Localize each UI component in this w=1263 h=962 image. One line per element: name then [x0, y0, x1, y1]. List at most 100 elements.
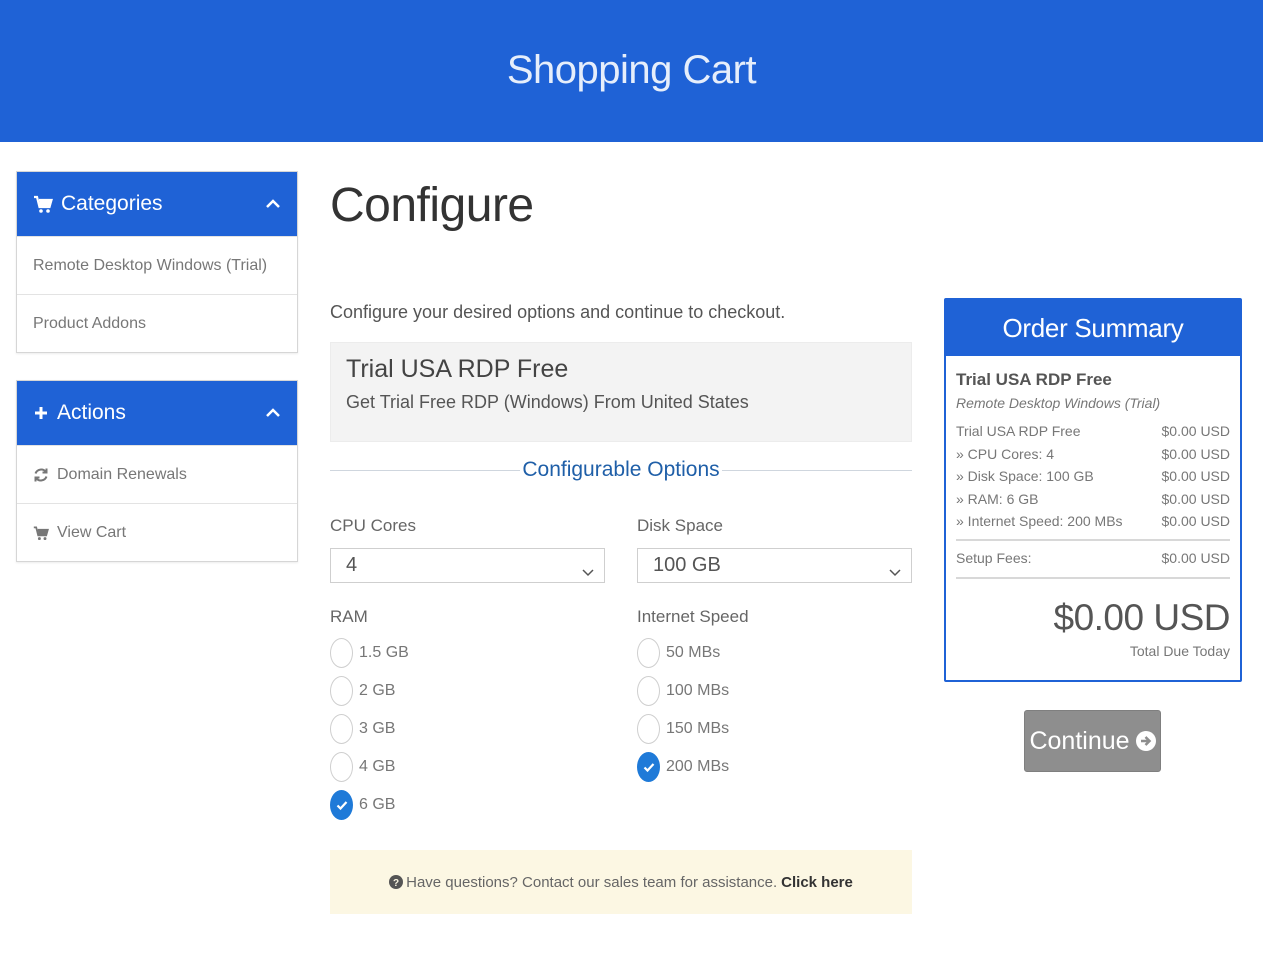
actions-title: Actions: [57, 401, 126, 424]
svg-text:?: ?: [393, 878, 399, 889]
chevron-down-icon: [889, 561, 901, 577]
actions-panel: Actions Domain Renewals View Cart: [16, 380, 298, 562]
summary-line-label: » RAM: 6 GB: [956, 490, 1039, 507]
radio-icon[interactable]: [637, 638, 660, 668]
cpu-select[interactable]: 4: [330, 548, 605, 583]
summary-line: » RAM: 6 GB $0.00 USD: [956, 488, 1230, 511]
page-header: Shopping Cart: [0, 0, 1263, 142]
sidebar-item-view-cart[interactable]: View Cart: [17, 503, 297, 561]
radio-label: 2 GB: [359, 682, 396, 699]
radio-icon[interactable]: [637, 714, 660, 744]
sidebar-item-remote-desktop[interactable]: Remote Desktop Windows (Trial): [17, 236, 297, 294]
summary-line: Trial USA RDP Free $0.00 USD: [956, 420, 1230, 443]
disk-select[interactable]: 100 GB: [637, 548, 912, 583]
summary-line-label: Trial USA RDP Free: [956, 423, 1081, 440]
summary-line: » Disk Space: 100 GB $0.00 USD: [956, 465, 1230, 488]
order-summary: Order Summary Trial USA RDP Free Remote …: [944, 298, 1242, 682]
setup-label: Setup Fees:: [956, 549, 1032, 566]
cart-icon: [33, 194, 53, 214]
disk-select-value: 100 GB: [653, 554, 721, 576]
summary-line-amount: $0.00 USD: [1161, 490, 1230, 507]
summary-product-group: Remote Desktop Windows (Trial): [956, 395, 1161, 411]
continue-label: Continue: [1029, 726, 1130, 755]
summary-line-label: » Internet Speed: 200 MBs: [956, 513, 1123, 530]
header-title: Shopping Cart: [506, 47, 757, 92]
product-description: Get Trial Free RDP (Windows) From United…: [346, 392, 749, 412]
radio-option[interactable]: 50 MBs: [637, 638, 720, 668]
radio-option[interactable]: 3 GB: [330, 714, 395, 744]
radio-label: 100 MBs: [666, 682, 730, 699]
summary-line-amount: $0.00 USD: [1161, 445, 1230, 462]
refresh-icon: [33, 467, 49, 483]
setup-amount: $0.00 USD: [1161, 549, 1230, 566]
order-summary-title: Order Summary: [946, 300, 1240, 356]
radio-option[interactable]: 2 GB: [330, 676, 395, 706]
sidebar-item-label: Product Addons: [33, 314, 146, 332]
summary-line: » CPU Cores: 4 $0.00 USD: [956, 443, 1230, 466]
radio-option[interactable]: 100 MBs: [637, 676, 729, 706]
radio-option[interactable]: 150 MBs: [637, 714, 729, 744]
radio-icon[interactable]: [330, 676, 353, 706]
summary-product-name: Trial USA RDP Free: [956, 370, 1112, 389]
cart-icon: [33, 525, 49, 541]
radio-label: 200 MBs: [666, 758, 730, 775]
categories-panel: Categories Remote Desktop Windows (Trial…: [16, 171, 298, 353]
options-heading-text: Configurable Options: [520, 458, 722, 481]
summary-line-amount: $0.00 USD: [1161, 513, 1230, 530]
radio-label: 1.5 GB: [359, 644, 409, 661]
summary-divider: [956, 577, 1230, 579]
radio-icon[interactable]: [330, 714, 353, 744]
categories-header[interactable]: Categories: [17, 172, 297, 236]
summary-line-amount: $0.00 USD: [1161, 468, 1230, 485]
radio-label: 4 GB: [359, 758, 396, 775]
disk-label: Disk Space: [637, 516, 723, 535]
product-info: Trial USA RDP Free Get Trial Free RDP (W…: [330, 342, 912, 442]
summary-lines: Trial USA RDP Free $0.00 USD» CPU Cores: …: [956, 420, 1230, 533]
categories-title: Categories: [61, 192, 163, 215]
question-circle-icon: ?: [389, 875, 404, 889]
help-text: Have questions? Contact our sales team f…: [406, 873, 778, 891]
cpu-label: CPU Cores: [330, 516, 416, 535]
total-label: Total Due Today: [1129, 643, 1230, 659]
speed-label: Internet Speed: [637, 607, 749, 626]
radio-icon[interactable]: [637, 676, 660, 706]
ram-label: RAM: [330, 607, 368, 626]
sidebar-item-label: View Cart: [57, 523, 127, 541]
radio-label: 150 MBs: [666, 720, 730, 737]
continue-button[interactable]: Continue: [1024, 710, 1161, 772]
sidebar-item-label: Domain Renewals: [57, 465, 187, 483]
summary-line-amount: $0.00 USD: [1161, 423, 1230, 440]
page-title: Configure: [330, 179, 534, 232]
radio-label: 6 GB: [359, 796, 396, 813]
summary-setup-row: Setup Fees: $0.00 USD: [956, 547, 1230, 570]
chevron-up-icon[interactable]: [265, 194, 281, 210]
radio-label: 50 MBs: [666, 644, 721, 661]
radio-checked-icon[interactable]: [637, 752, 660, 782]
cpu-select-value: 4: [346, 554, 358, 576]
help-link[interactable]: Click here: [781, 874, 853, 891]
radio-label: 3 GB: [359, 720, 396, 737]
radio-icon[interactable]: [330, 752, 353, 782]
summary-line: » Internet Speed: 200 MBs $0.00 USD: [956, 510, 1230, 533]
radio-checked-icon[interactable]: [330, 790, 353, 820]
plus-icon: [33, 403, 49, 423]
radio-icon[interactable]: [330, 638, 353, 668]
chevron-down-icon: [582, 561, 594, 577]
total-amount: $0.00 USD: [1053, 597, 1231, 638]
summary-divider: [956, 538, 1230, 541]
radio-option[interactable]: 6 GB: [330, 790, 395, 820]
actions-header[interactable]: Actions: [17, 381, 297, 445]
help-banner: ? Have questions? Contact our sales team…: [330, 850, 912, 914]
sidebar-item-domain-renewals[interactable]: Domain Renewals: [17, 445, 297, 503]
sidebar-item-label: Remote Desktop Windows (Trial): [33, 256, 268, 274]
summary-line-label: » CPU Cores: 4: [956, 445, 1055, 462]
options-heading: Configurable Options: [330, 458, 912, 482]
summary-line-label: » Disk Space: 100 GB: [956, 468, 1094, 485]
product-name: Trial USA RDP Free: [346, 355, 569, 383]
sidebar-item-product-addons[interactable]: Product Addons: [17, 294, 297, 352]
chevron-up-icon[interactable]: [265, 403, 281, 419]
intro-text: Configure your desired options and conti…: [330, 302, 786, 322]
radio-option[interactable]: 4 GB: [330, 752, 395, 782]
radio-option[interactable]: 200 MBs: [637, 752, 729, 782]
radio-option[interactable]: 1.5 GB: [330, 638, 409, 668]
